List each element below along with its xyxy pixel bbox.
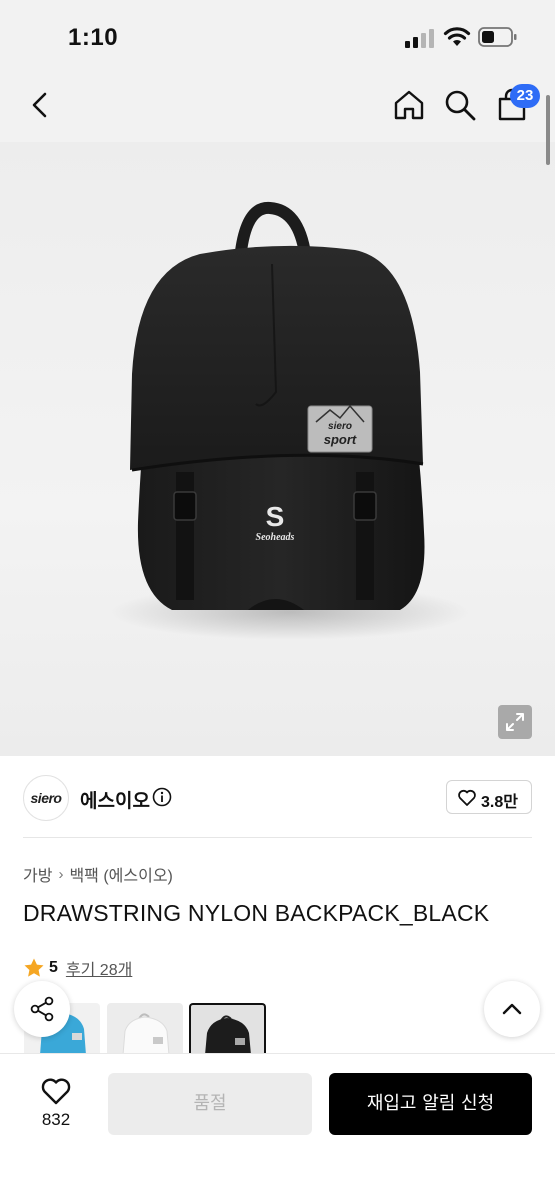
bottom-action-bar: 832 품절 재입고 알림 신청 <box>0 1053 555 1200</box>
divider <box>23 837 532 838</box>
breadcrumb: 가방 › 백팩 (에스이오) <box>23 862 173 886</box>
restock-alert-button[interactable]: 재입고 알림 신청 <box>329 1073 532 1135</box>
seller-like-button[interactable]: 3.8만 <box>446 780 532 814</box>
chevron-right-icon: › <box>58 865 64 883</box>
status-time: 1:10 <box>68 24 119 51</box>
review-count-link[interactable]: 후기 28개 <box>66 956 132 980</box>
chevron-up-icon <box>502 1003 522 1015</box>
color-thumbnail-white[interactable] <box>107 1003 183 1055</box>
scroll-to-top-button[interactable] <box>484 981 540 1037</box>
expand-icon <box>506 713 524 731</box>
info-icon[interactable] <box>152 787 172 807</box>
color-thumbnail-black-selected[interactable] <box>189 1003 266 1055</box>
scrollbar[interactable] <box>546 95 550 165</box>
seller-like-count: 3.8만 <box>481 794 518 811</box>
product-title: DRAWSTRING NYLON BACKPACK_BLACK <box>23 900 490 926</box>
cart-count-badge: 23 <box>510 84 540 108</box>
battery-icon <box>478 27 517 47</box>
patch-brand-text: siero <box>328 421 352 432</box>
breadcrumb-item-subcategory[interactable]: 백팩 (에스이오) <box>69 862 172 886</box>
status-bar: 1:10 <box>0 0 555 72</box>
rating-row: 5 후기 28개 <box>23 956 132 980</box>
rating-value: 5 <box>49 959 58 976</box>
heart-outline-icon[interactable] <box>40 1076 72 1106</box>
breadcrumb-item-category[interactable]: 가방 <box>23 862 52 886</box>
seller-avatar[interactable]: siero <box>23 775 69 821</box>
star-icon <box>24 958 44 977</box>
top-nav <box>0 72 555 142</box>
wish-count: 832 <box>41 1110 71 1129</box>
home-icon[interactable] <box>392 88 426 122</box>
expand-image-button[interactable] <box>498 705 532 739</box>
wifi-icon <box>443 27 471 46</box>
soldout-button: 품절 <box>108 1073 312 1135</box>
share-button[interactable] <box>14 981 70 1037</box>
bag-logo-text: Seoheads <box>256 532 295 543</box>
svg-text:S: S <box>266 501 285 532</box>
signal-icon <box>405 29 434 48</box>
search-icon[interactable] <box>443 88 477 122</box>
backpack-image: siero sport S Seoheads <box>110 202 470 640</box>
white-backpack-image <box>122 1013 170 1055</box>
heart-outline-icon <box>458 789 476 806</box>
seller-name[interactable]: 에스이오 <box>80 786 150 813</box>
back-icon[interactable] <box>24 88 58 122</box>
seller-row: siero 에스이오 3.8만 <box>0 756 555 838</box>
black-backpack-image <box>205 1015 251 1055</box>
share-icon <box>30 996 54 1022</box>
patch-sport-text: sport <box>324 432 357 447</box>
product-image[interactable]: siero sport S Seoheads <box>0 142 555 756</box>
